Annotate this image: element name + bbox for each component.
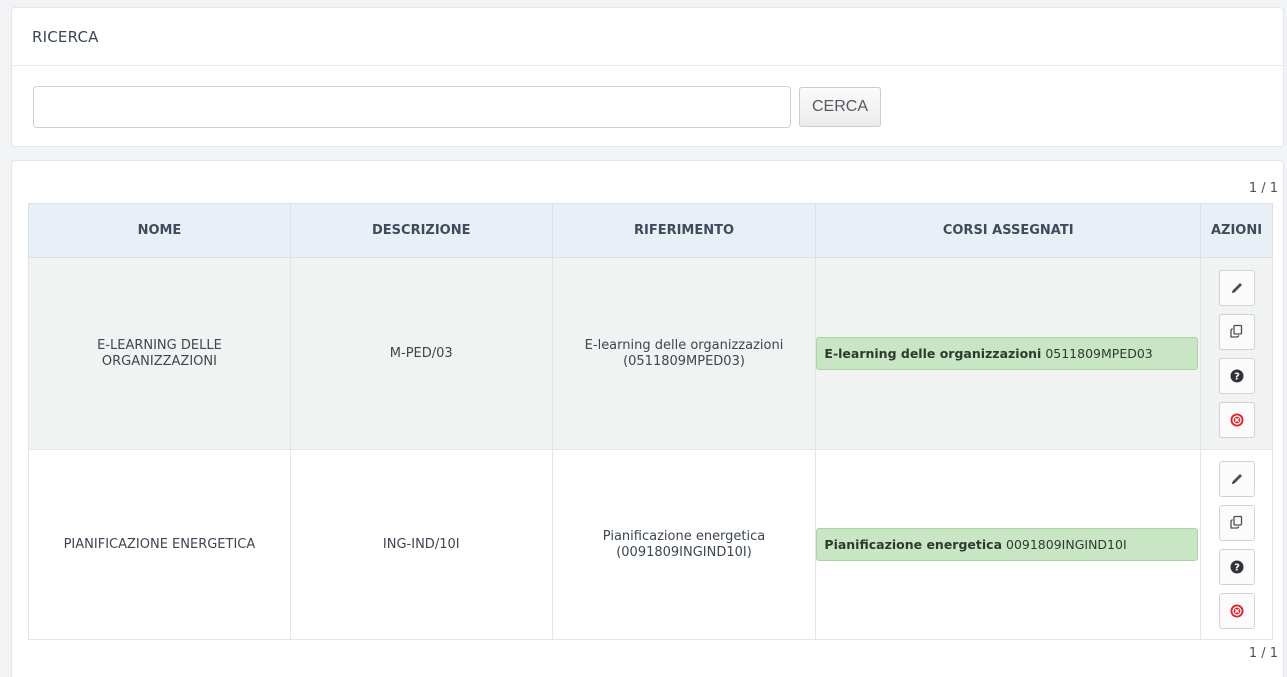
- cell-corsi-assegnati: Pianificazione energetica 0091809INGIND1…: [815, 449, 1201, 640]
- course-badge-name: Pianificazione energetica: [824, 537, 1003, 552]
- table-row: PIANIFICAZIONE ENERGETICA ING-IND/10I Pi…: [28, 449, 1273, 640]
- riferimento-text: E-learning delle organizzazioni (0511809…: [585, 338, 784, 370]
- cell-riferimento: Pianificazione energetica (0091809INGIND…: [551, 449, 817, 640]
- riferimento-code: (0091809INGIND10I): [616, 544, 752, 560]
- question-icon: ?: [1230, 369, 1243, 382]
- riferimento-text: Pianificazione energetica (0091809INGIND…: [603, 529, 765, 561]
- search-row: CERCA: [33, 86, 881, 128]
- riferimento-code: (0511809MPED03): [623, 353, 745, 369]
- cell-riferimento: E-learning delle organizzazioni (0511809…: [551, 257, 817, 450]
- column-header-nome[interactable]: NOME: [28, 203, 291, 258]
- course-badge-code: 0511809MPED03: [1045, 346, 1153, 361]
- search-panel-title: RICERCA: [12, 8, 1283, 66]
- duplicate-button[interactable]: [1218, 313, 1255, 350]
- results-panel: 1 / 1 NOME DESCRIZIONE RIFERIMENTO CORSI…: [11, 160, 1284, 677]
- pagination-top: 1 / 1: [1248, 181, 1278, 196]
- results-table: NOME DESCRIZIONE RIFERIMENTO CORSI ASSEG…: [28, 203, 1273, 640]
- column-header-riferimento[interactable]: RIFERIMENTO: [551, 203, 817, 258]
- svg-text:?: ?: [1234, 562, 1240, 573]
- search-button[interactable]: CERCA: [799, 87, 881, 127]
- cell-azioni: ?: [1200, 449, 1273, 640]
- nome-text: E-LEARNING DELLE ORGANIZZAZIONI: [97, 337, 222, 369]
- cell-corsi-assegnati: E-learning delle organizzazioni 0511809M…: [815, 257, 1201, 450]
- cell-nome: PIANIFICAZIONE ENERGETICA: [28, 449, 291, 640]
- nome-text: PIANIFICAZIONE ENERGETICA: [63, 536, 256, 552]
- cell-descrizione: M-PED/03: [289, 257, 553, 450]
- course-badge-name: E-learning delle organizzazioni: [824, 346, 1042, 361]
- row-actions: ?: [1201, 269, 1272, 438]
- pencil-icon: [1231, 473, 1242, 484]
- question-icon: ?: [1230, 560, 1243, 573]
- copy-icon: [1230, 324, 1243, 338]
- row-actions: ?: [1201, 460, 1272, 629]
- search-panel: RICERCA CERCA: [11, 7, 1284, 147]
- cell-descrizione: ING-IND/10I: [289, 449, 553, 640]
- cell-azioni: ?: [1200, 257, 1273, 450]
- riferimento-title: E-learning delle organizzazioni: [584, 337, 784, 353]
- delete-button[interactable]: [1218, 401, 1255, 438]
- course-badge[interactable]: Pianificazione energetica 0091809INGIND1…: [816, 528, 1198, 561]
- column-header-azioni: AZIONI: [1200, 203, 1273, 258]
- help-button[interactable]: ?: [1218, 548, 1255, 585]
- pagination-bottom: 1 / 1: [1248, 646, 1278, 661]
- riferimento-title: Pianificazione energetica: [602, 528, 766, 544]
- help-button[interactable]: ?: [1218, 357, 1255, 394]
- table-row: E-LEARNING DELLE ORGANIZZAZIONI M-PED/03…: [28, 257, 1273, 450]
- delete-icon: [1230, 604, 1243, 617]
- delete-button[interactable]: [1218, 592, 1255, 629]
- column-header-corsi-assegnati[interactable]: CORSI ASSEGNATI: [815, 203, 1201, 258]
- cell-nome: E-LEARNING DELLE ORGANIZZAZIONI: [28, 257, 291, 450]
- copy-icon: [1230, 515, 1243, 529]
- edit-button[interactable]: [1218, 269, 1255, 306]
- delete-icon: [1230, 413, 1243, 426]
- column-header-descrizione[interactable]: DESCRIZIONE: [289, 203, 553, 258]
- table-header-row: NOME DESCRIZIONE RIFERIMENTO CORSI ASSEG…: [28, 203, 1273, 258]
- duplicate-button[interactable]: [1218, 504, 1255, 541]
- svg-text:?: ?: [1234, 371, 1240, 382]
- pencil-icon: [1231, 282, 1242, 293]
- course-badge-code: 0091809INGIND10I: [1006, 537, 1127, 552]
- course-badge[interactable]: E-learning delle organizzazioni 0511809M…: [816, 337, 1198, 370]
- edit-button[interactable]: [1218, 460, 1255, 497]
- search-input[interactable]: [33, 86, 791, 128]
